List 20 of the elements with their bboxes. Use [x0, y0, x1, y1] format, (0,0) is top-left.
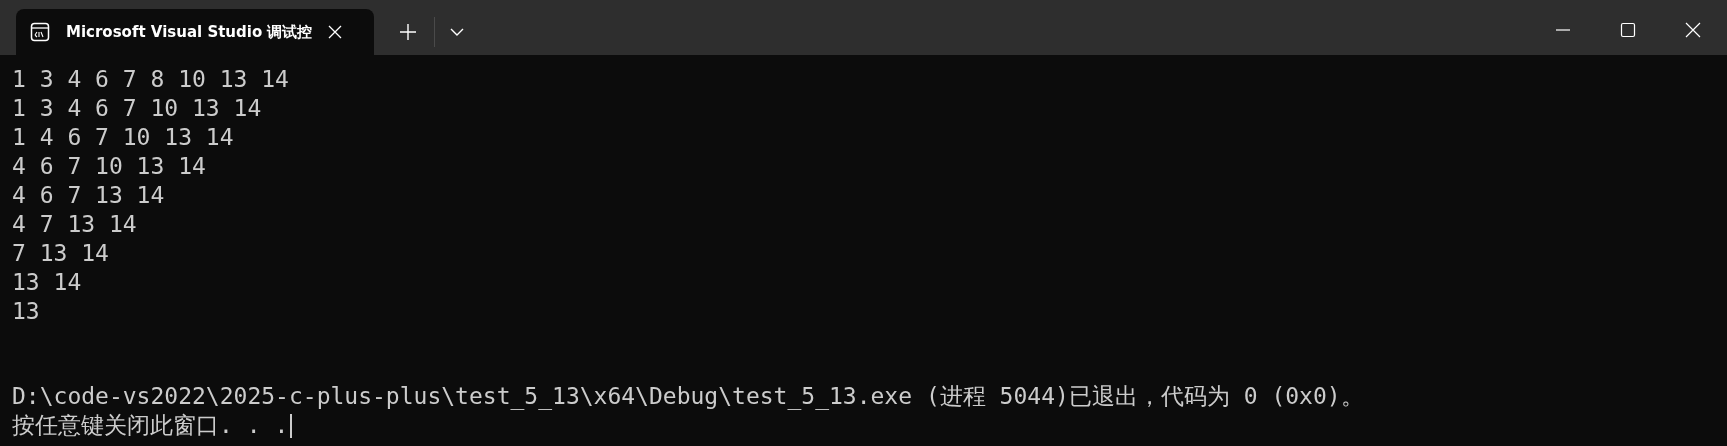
console-line: 13 14: [12, 268, 83, 297]
text-cursor: [290, 413, 293, 438]
terminal-icon: [30, 22, 50, 42]
console-line: 1 3 4 6 7 10 13 14: [12, 94, 263, 123]
console-line: 4 6 7 10 13 14: [12, 152, 207, 181]
console-line: 7 13 14: [12, 239, 110, 268]
close-icon[interactable]: [1685, 22, 1701, 38]
console-line: D:\code-vs2022\2025-c-plus-plus\test_5_13\x64\Debug\test_5_13.exe (进程 5044)已退出，代码为 0 (0x0)。: [12, 382, 1364, 411]
maximize-icon[interactable]: [1620, 22, 1636, 38]
chevron-down-icon[interactable]: [450, 28, 464, 36]
close-icon[interactable]: [328, 25, 342, 39]
terminal-tab[interactable]: Microsoft Visual Studio 调试控: [16, 9, 374, 55]
console-line: 13: [12, 297, 41, 326]
tab-title: Microsoft Visual Studio 调试控: [66, 22, 314, 42]
plus-icon[interactable]: [400, 24, 416, 40]
console-line: 4 7 13 14: [12, 210, 138, 239]
console-line: 4 6 7 13 14: [12, 181, 166, 210]
console-line: 1 3 4 6 7 8 10 13 14: [12, 65, 290, 94]
console-line: 按任意键关闭此窗口. . .: [12, 411, 289, 440]
console-line: 1 4 6 7 10 13 14: [12, 123, 235, 152]
